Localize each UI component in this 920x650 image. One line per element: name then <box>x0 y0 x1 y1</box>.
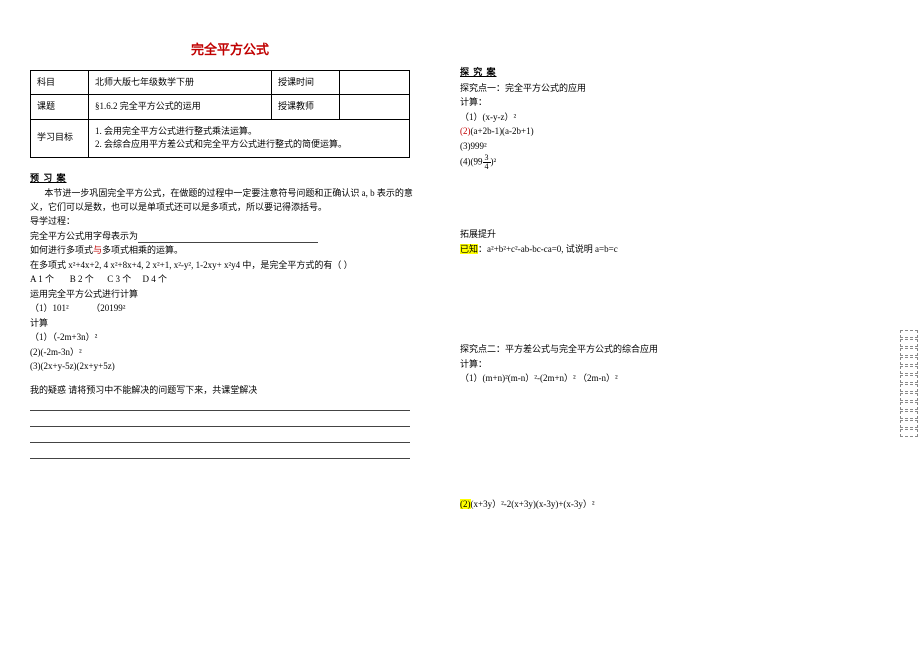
edge-mark <box>900 411 918 419</box>
meta-subject-label: 科目 <box>31 70 89 95</box>
meta-topic-label: 课题 <box>31 95 89 120</box>
formula-line-text: 完全平方公式用字母表示为 <box>30 231 138 241</box>
meta-goal-label: 学习目标 <box>31 119 89 157</box>
preview-section-head: 预 习 案 <box>30 172 430 186</box>
explore-point2-title: 探究点二：平方差公式与完全平方公式的综合应用 <box>460 343 870 357</box>
meta-time-label: 授课时间 <box>272 70 340 95</box>
calc-item3: (3)(2x+y-5z)(2x+y+5z) <box>30 360 430 374</box>
fill-blank <box>138 242 318 243</box>
meta-goal-value: 1. 会用完全平方公式进行整式乘法运算。 2. 会综合应用平方差公式和完全平方公… <box>89 119 410 157</box>
opt-b: B 2 个 <box>70 274 94 284</box>
opt-a: A 1 个 <box>30 274 54 284</box>
e2-body: (a+2b-1)(a-2b+1) <box>471 126 534 136</box>
left-page: 完全平方公式 科目 北师大版七年级数学下册 授课时间 课题 §1.6.2 完全平… <box>0 0 440 650</box>
explore-p2-item1: （1）(m+n)²(m-n）²-(2m+n）² （2m-n）² <box>460 372 870 386</box>
write-line <box>30 430 410 443</box>
ext-text: ：a²+b²+c²-ab-bc-ca=0, 试说明 a=b=c <box>478 244 618 254</box>
fraction: 34 <box>483 154 491 171</box>
preview-intro: 本节进一步巩固完全平方公式，在做题的过程中一定要注意符号问题和正确认识 a, b… <box>30 187 430 214</box>
side-marks <box>900 330 918 438</box>
meta-time-value <box>340 70 410 95</box>
guide-label: 导学过程： <box>30 215 430 229</box>
explore-section-head: 探 究 案 <box>460 66 870 80</box>
edge-mark <box>900 429 918 437</box>
poly-pre: 如何进行多项式 <box>30 245 93 255</box>
e4-pre: (4)(99 <box>460 157 483 167</box>
calc-heading: 计算 <box>30 317 430 331</box>
p2-2-hl: (2) <box>460 499 471 509</box>
edge-mark <box>900 339 918 347</box>
calc-title: 运用完全平方公式进行计算 <box>30 288 430 302</box>
explore-item4: (4)(9934)² <box>460 154 870 171</box>
edge-mark <box>900 420 918 428</box>
edge-mark <box>900 402 918 410</box>
formula-line: 完全平方公式用字母表示为 <box>30 230 430 244</box>
meta-table: 科目 北师大版七年级数学下册 授课时间 课题 §1.6.2 完全平方公式的运用 … <box>30 70 410 158</box>
doc-title: 完全平方公式 <box>30 40 430 60</box>
meta-teacher-value <box>340 95 410 120</box>
e4-post: )² <box>491 157 497 167</box>
write-line <box>30 398 410 411</box>
opt-c: C 3 个 <box>107 274 131 284</box>
explore-item1: （1）(x-y-z）² <box>460 111 870 125</box>
edge-mark <box>900 384 918 392</box>
poly-mult-line: 如何进行多项式与多项式相乘的运算。 <box>30 244 430 258</box>
doubt-prompt: 我的疑惑 请将预习中不能解决的问题写下来，共课堂解决 <box>30 384 430 398</box>
edge-mark <box>900 348 918 356</box>
extension-body: 已知：a²+b²+c²-ab-bc-ca=0, 试说明 a=b=c <box>460 243 870 257</box>
e2-red: (2) <box>460 126 471 136</box>
poly-question: 在多项式 x²+4x+2, 4 x²+8x+4, 2 x²+1, x²-y², … <box>30 259 430 273</box>
explore-point2-calc: 计算： <box>460 358 870 372</box>
calc-item2: (2)(-2m-3n）² <box>30 346 430 360</box>
edge-mark <box>900 357 918 365</box>
fraction-den: 4 <box>483 163 491 171</box>
meta-subject-value: 北师大版七年级数学下册 <box>89 70 272 95</box>
write-line <box>30 414 410 427</box>
extension-title: 拓展提升 <box>460 228 870 242</box>
explore-calc-label: 计算： <box>460 96 870 110</box>
options-row: A 1 个 B 2 个 C 3 个 D 4 个 <box>30 273 430 287</box>
opt-d: D 4 个 <box>143 274 168 284</box>
explore-item2: (2)(a+2b-1)(a-2b+1) <box>460 125 870 139</box>
poly-red: 与 <box>93 245 102 255</box>
edge-mark <box>900 330 918 338</box>
write-line <box>30 446 410 459</box>
calc-item1: （1）（-2m+3n）² <box>30 331 430 345</box>
edge-mark <box>900 393 918 401</box>
ext-highlight: 已知 <box>460 244 478 254</box>
meta-topic-value: §1.6.2 完全平方公式的运用 <box>89 95 272 120</box>
meta-teacher-label: 授课教师 <box>272 95 340 120</box>
edge-mark <box>900 366 918 374</box>
explore-point1-title: 探究点一：完全平方公式的应用 <box>460 82 870 96</box>
edge-mark <box>900 375 918 383</box>
preview-head-text: 预 习 案 <box>30 173 67 183</box>
explore-head-text: 探 究 案 <box>460 67 497 77</box>
poly-post: 多项式相乘的运算。 <box>102 245 183 255</box>
right-page: 探 究 案 探究点一：完全平方公式的应用 计算： （1）(x-y-z）² (2)… <box>440 0 880 650</box>
explore-item3: (3)999² <box>460 140 870 154</box>
explore-p2-item2: (2)(x+3y）²-2(x+3y)(x-3y)+(x-3y）² <box>460 498 870 512</box>
p2-2-body: (x+3y）²-2(x+3y)(x-3y)+(x-3y）² <box>471 499 595 509</box>
calc1: （1）101² （20199² <box>30 302 430 316</box>
